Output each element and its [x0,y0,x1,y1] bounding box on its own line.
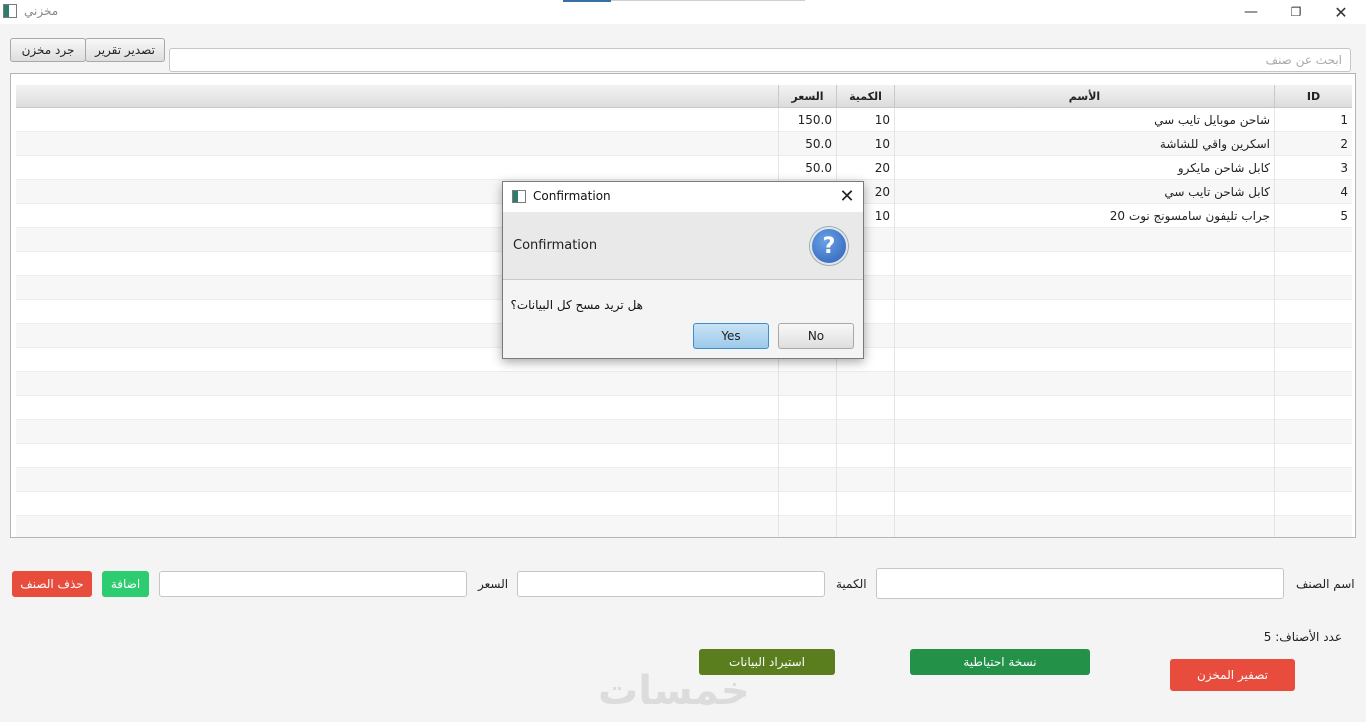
table-row[interactable] [16,492,1352,516]
reset-inventory-button[interactable]: تصفير المخزن [1170,659,1295,691]
cell-name: اسكرين واقي للشاشة [1159,137,1270,151]
cell-price: 150.0 [797,113,832,127]
table-row[interactable] [16,516,1352,537]
header-name[interactable]: الأسم [894,85,1274,108]
cell-name: كابل شاحن تايب سي [1164,185,1270,199]
yes-button[interactable]: Yes [693,323,769,349]
window-title: مخزني [24,4,59,18]
cell-id: 4 [1340,185,1348,199]
cell-quantity: 20 [874,161,890,175]
cell-price: 50.0 [805,137,832,151]
dialog-header: Confirmation ? [503,212,863,280]
quantity-field[interactable] [517,571,825,597]
cell-id: 5 [1340,209,1348,223]
table-row[interactable] [16,396,1352,420]
watermark: خمسات [598,668,750,714]
cell-id: 3 [1340,161,1348,175]
name-label: اسم الصنف [1296,577,1355,591]
close-icon[interactable]: ✕ [837,185,857,207]
dialog-title-bar: Confirmation ✕ [503,182,863,212]
cell-name: جراب تليفون سامسونج نوت 20 [1109,209,1270,223]
table-row[interactable] [16,372,1352,396]
table-header: السعر الكمية الأسم ID [16,85,1352,108]
cell-quantity: 10 [874,113,890,127]
cell-name: شاحن موبايل تايب سي [1154,113,1270,127]
minimize-icon[interactable]: — [1228,0,1274,24]
header-empty [16,85,778,108]
header-id[interactable]: ID [1274,85,1352,108]
table-row[interactable] [16,444,1352,468]
cell-name: كابل شاحن مايكرو [1177,161,1270,175]
question-icon: ? [810,227,848,265]
table-row[interactable]: 150.0 10 شاحن موبايل تايب سي 1 [16,108,1352,132]
quantity-label: الكمية [836,577,867,591]
header-quantity[interactable]: الكمية [836,85,894,108]
dialog-title: Confirmation [533,189,611,203]
column-divider [1274,108,1275,537]
backup-button[interactable]: نسخة احتياطية [910,649,1090,675]
title-accent [563,0,611,2]
table-row[interactable] [16,468,1352,492]
header-price[interactable]: السعر [778,85,836,108]
cell-id: 1 [1340,113,1348,127]
item-count: عدد الأصناف: 5 [1263,630,1342,644]
restore-icon[interactable]: ❐ [1273,0,1319,24]
cell-price: 50.0 [805,161,832,175]
no-button[interactable]: No [778,323,854,349]
app-icon [512,190,526,203]
title-divider [611,0,805,1]
table-row[interactable]: 50.0 20 كابل شاحن مايكرو 3 [16,156,1352,180]
export-report-button[interactable]: تصدير تقرير [85,38,165,62]
price-label: السعر [478,577,509,591]
cell-quantity: 10 [874,137,890,151]
confirmation-dialog: Confirmation ✕ Confirmation ? هل تريد مس… [502,181,864,359]
close-icon[interactable]: ✕ [1318,0,1364,24]
column-divider [894,108,895,537]
name-field[interactable] [876,568,1284,599]
app-icon [3,4,17,18]
dialog-header-text: Confirmation [513,238,598,253]
price-field[interactable] [159,571,467,597]
delete-item-button[interactable]: حذف الصنف [12,571,92,597]
dialog-message: هل تريد مسح كل البيانات؟ [510,298,643,312]
search-input[interactable] [169,48,1351,72]
title-bar: مخزني — ❐ ✕ [0,0,1366,24]
add-button[interactable]: اضافة [102,571,149,597]
table-row[interactable]: 50.0 10 اسكرين واقي للشاشة 2 [16,132,1352,156]
inventory-button[interactable]: جرد مخزن [10,38,86,62]
table-row[interactable] [16,420,1352,444]
cell-id: 2 [1340,137,1348,151]
